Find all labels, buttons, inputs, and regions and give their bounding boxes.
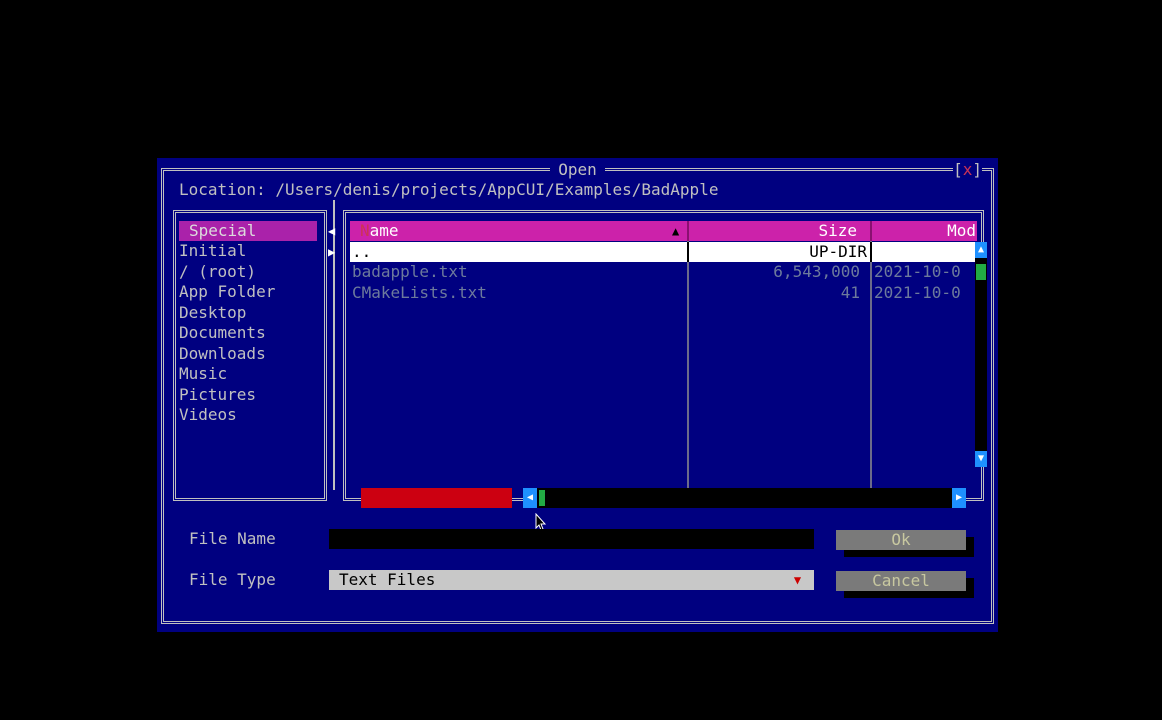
scroll-down-icon[interactable]: ▼ xyxy=(975,451,987,467)
file-name-label: File Name xyxy=(189,529,276,548)
file-size: 41 xyxy=(840,283,860,302)
scroll-up-icon[interactable]: ▲ xyxy=(975,242,987,258)
list-item[interactable]: badapple.txt 6,543,000 2021-10-0 xyxy=(350,262,977,282)
dialog-title: Open xyxy=(157,160,998,180)
file-name: CMakeLists.txt xyxy=(352,283,487,302)
vertical-scrollbar[interactable]: ▲ ▼ xyxy=(975,242,987,467)
cancel-button[interactable]: Cancel xyxy=(836,571,966,591)
column-size-header[interactable]: Size xyxy=(689,221,857,241)
sidebar-item-root[interactable]: / (root) xyxy=(179,262,317,282)
horizontal-scroll-thumb[interactable] xyxy=(539,490,545,506)
file-name: .. xyxy=(352,242,372,261)
column-divider xyxy=(870,242,872,262)
file-name-input[interactable] xyxy=(329,529,814,549)
file-name: badapple.txt xyxy=(352,262,468,281)
sidebar-item-pictures[interactable]: Pictures xyxy=(179,385,317,405)
file-size: 6,543,000 xyxy=(773,262,860,281)
sidebar-item-videos[interactable]: Videos xyxy=(179,405,317,425)
column-name-header[interactable]: Name xyxy=(360,221,399,241)
location-label: Location: xyxy=(179,180,266,199)
horizontal-scrollbar[interactable]: ◀ ▶ xyxy=(523,488,966,508)
ok-button[interactable]: Ok xyxy=(836,530,966,550)
sidebar-item-special[interactable]: Special xyxy=(179,221,317,241)
file-modified xyxy=(874,242,974,262)
dropdown-icon[interactable]: ▼ xyxy=(781,570,814,590)
column-modified-header[interactable]: Mod xyxy=(872,221,976,241)
scroll-left-icon[interactable]: ◀ xyxy=(523,488,537,508)
sidebar-item-desktop[interactable]: Desktop xyxy=(179,303,317,323)
column-header: Name ▲ Size Mod xyxy=(350,221,977,241)
list-item[interactable]: .. UP-DIR xyxy=(350,242,977,262)
sidebar-item-downloads[interactable]: Downloads xyxy=(179,344,317,364)
file-modified: 2021-10-0 xyxy=(874,262,961,281)
splitter-right-icon[interactable]: ▶ xyxy=(328,242,335,262)
file-type-select[interactable]: Text Files xyxy=(329,570,781,590)
sidebar-item-initial[interactable]: Initial xyxy=(179,241,317,261)
vertical-scroll-thumb[interactable] xyxy=(976,264,986,280)
file-type-label: File Type xyxy=(189,570,276,589)
open-dialog: Open [x] Location: /Users/denis/projects… xyxy=(157,158,998,632)
location-bar: Location: /Users/denis/projects/AppCUI/E… xyxy=(179,180,718,200)
sidebar-item-app-folder[interactable]: App Folder xyxy=(179,282,317,302)
splitter-left-icon[interactable]: ◀ xyxy=(328,221,335,241)
file-modified: 2021-10-0 xyxy=(874,283,961,302)
file-size: UP-DIR xyxy=(809,242,867,261)
sidebar-item-documents[interactable]: Documents xyxy=(179,323,317,343)
sort-ascending-icon[interactable]: ▲ xyxy=(672,221,679,241)
location-path: /Users/denis/projects/AppCUI/Examples/Ba… xyxy=(275,180,719,199)
sidebar-horizontal-scrollbar[interactable] xyxy=(361,488,512,508)
close-button[interactable]: [x] xyxy=(953,160,982,180)
close-icon[interactable]: [x] xyxy=(953,160,982,179)
scroll-right-icon[interactable]: ▶ xyxy=(952,488,966,508)
list-item[interactable]: CMakeLists.txt 41 2021-10-0 xyxy=(350,283,977,303)
sidebar-item-music[interactable]: Music xyxy=(179,364,317,384)
